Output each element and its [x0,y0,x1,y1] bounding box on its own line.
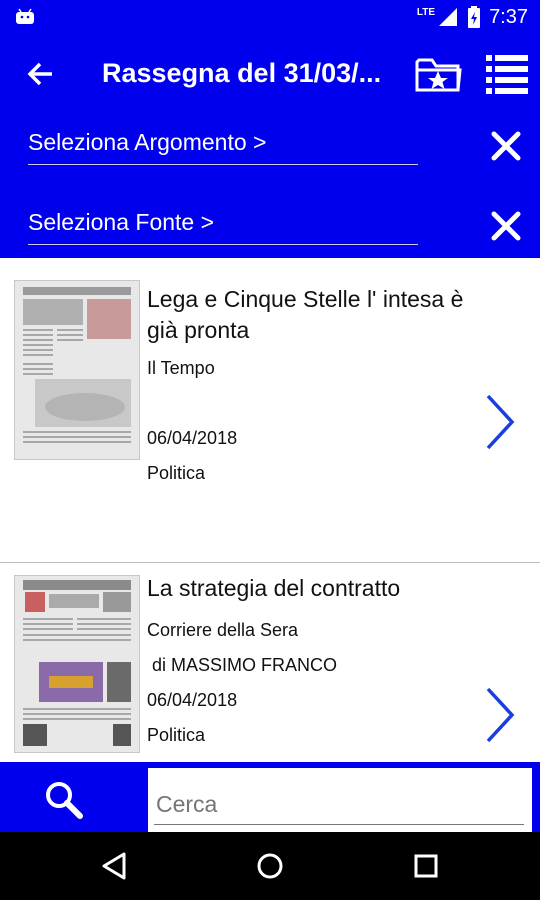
chevron-right-icon[interactable] [480,390,520,454]
app-bar: Rassegna del 31/03/... Seleziona Argomen… [0,34,540,258]
search-icon[interactable] [40,776,88,824]
article-date: 06/04/2018 [147,428,238,448]
topic-filter[interactable]: Seleziona Argomento > [28,126,418,165]
network-type: LTE [416,6,436,18]
list-icon[interactable] [486,54,528,94]
arrow-left-icon[interactable] [22,56,58,92]
article-list: Lega e Cinque Stelle l' intesa è già pro… [0,258,540,762]
back-icon[interactable] [94,846,134,886]
article-date: 06/04/2018 [147,690,238,710]
system-nav-bar [0,832,540,900]
search-input[interactable] [154,784,524,825]
folder-star-icon[interactable] [414,54,462,94]
newspaper-thumbnail [14,575,140,753]
recents-icon[interactable] [406,846,446,886]
search-box [148,768,532,832]
search-bar [0,762,540,832]
list-item[interactable]: La strategia del contratto Corriere dell… [0,563,540,762]
battery-icon [468,6,481,28]
android-icon [16,8,34,24]
topic-filter-label: Seleziona Argomento > [28,129,267,155]
article-source: Il Tempo [147,358,215,378]
close-icon[interactable] [488,208,524,244]
page-title: Rassegna del 31/03/... [102,58,382,88]
article-source: Corriere della Sera [147,620,299,640]
article-headline: La strategia del contratto [147,575,401,601]
article-author: di MASSIMO FRANCO [147,655,338,675]
source-filter-label: Seleziona Fonte > [28,209,215,235]
article-headline: Lega e Cinque Stelle l' intesa è già pro… [147,286,464,343]
list-item[interactable]: Lega e Cinque Stelle l' intesa è già pro… [0,258,540,562]
clock: 7:37 [489,5,528,28]
chevron-right-icon[interactable] [480,683,520,747]
article-category: Politica [147,463,206,483]
close-icon[interactable] [488,128,524,164]
source-filter[interactable]: Seleziona Fonte > [28,206,418,245]
home-icon[interactable] [250,846,290,886]
signal-icon [439,8,458,26]
status-bar: LTE 7:37 [0,0,540,34]
newspaper-thumbnail [14,280,140,460]
article-category: Politica [147,725,206,745]
